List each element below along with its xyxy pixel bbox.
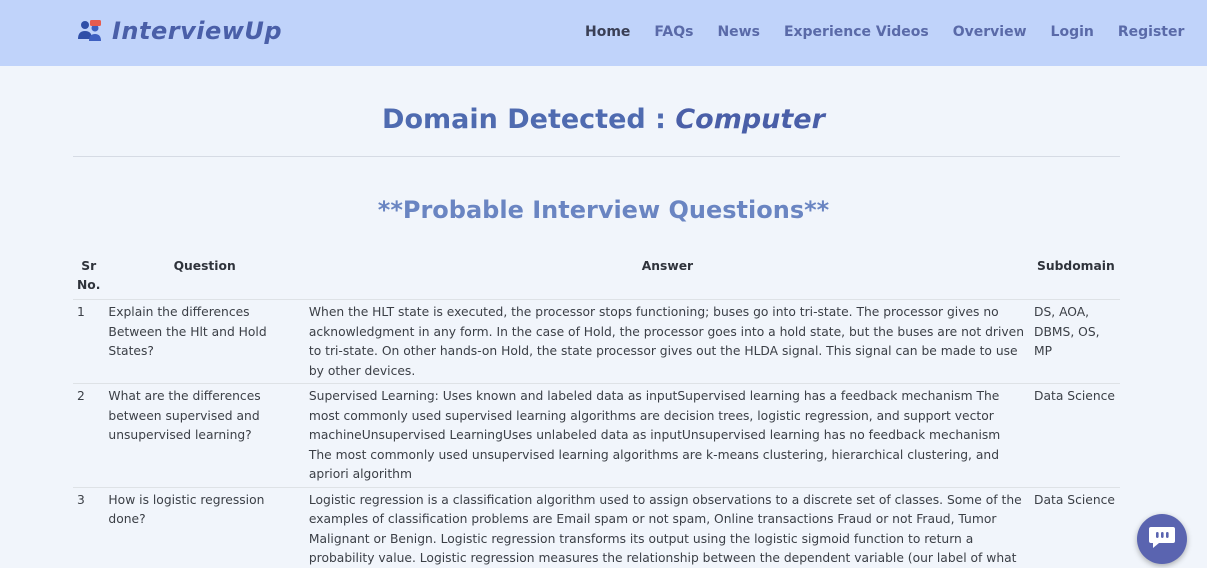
cell-sr: 1 [73, 299, 105, 384]
cell-sr: 3 [73, 487, 105, 568]
navbar: InterviewUp Home FAQs News Experience Vi… [0, 0, 1207, 66]
cell-sr: 2 [73, 383, 105, 488]
cell-question: What are the differences between supervi… [104, 383, 305, 488]
table-row: 2 What are the differences between super… [73, 383, 1120, 488]
cell-answer: When the HLT state is executed, the proc… [304, 299, 1030, 384]
section-title: **Probable Interview Questions** [377, 196, 830, 224]
cell-answer: Logistic regression is a classification … [304, 487, 1030, 568]
cell-subdomain: Data Science [1030, 383, 1120, 488]
nav-overview[interactable]: Overview [953, 24, 1027, 40]
cell-question: Explain the differences Between the Hlt … [104, 299, 305, 384]
domain-value: Computer [675, 104, 825, 135]
questions-table: Sr No. Question Answer Subdomain 1 Expla… [73, 254, 1120, 568]
cell-answer: Supervised Learning: Uses known and labe… [304, 383, 1030, 488]
main-nav: Home FAQs News Experience Videos Overvie… [585, 24, 1184, 40]
header-subdomain: Subdomain [1030, 254, 1120, 300]
brand-name: InterviewUp [112, 17, 283, 45]
brand-logo[interactable]: InterviewUp [76, 17, 282, 45]
nav-login[interactable]: Login [1051, 24, 1094, 40]
divider [73, 156, 1120, 157]
table-row: 1 Explain the differences Between the Hl… [73, 299, 1120, 384]
header-question: Question [104, 254, 305, 300]
cell-question: How is logistic regression done? [104, 487, 305, 568]
nav-register[interactable]: Register [1118, 24, 1185, 40]
chat-bubble-icon [1147, 523, 1177, 555]
header-answer: Answer [304, 254, 1030, 300]
cell-subdomain: Data Science [1030, 487, 1120, 568]
table-header-row: Sr No. Question Answer Subdomain [73, 254, 1120, 300]
nav-faqs[interactable]: FAQs [654, 24, 693, 40]
nav-home[interactable]: Home [585, 24, 630, 40]
domain-heading: Domain Detected : Computer [0, 104, 1207, 135]
people-icon [76, 17, 104, 45]
header-sr-no: Sr No. [73, 254, 105, 300]
chat-button[interactable] [1137, 514, 1187, 564]
nav-experience-videos[interactable]: Experience Videos [784, 24, 929, 40]
table-row: 3 How is logistic regression done? Logis… [73, 487, 1120, 568]
domain-prefix: Domain Detected : [382, 104, 676, 135]
cell-subdomain: DS, AOA, DBMS, OS, MP [1030, 299, 1120, 384]
nav-news[interactable]: News [717, 24, 759, 40]
